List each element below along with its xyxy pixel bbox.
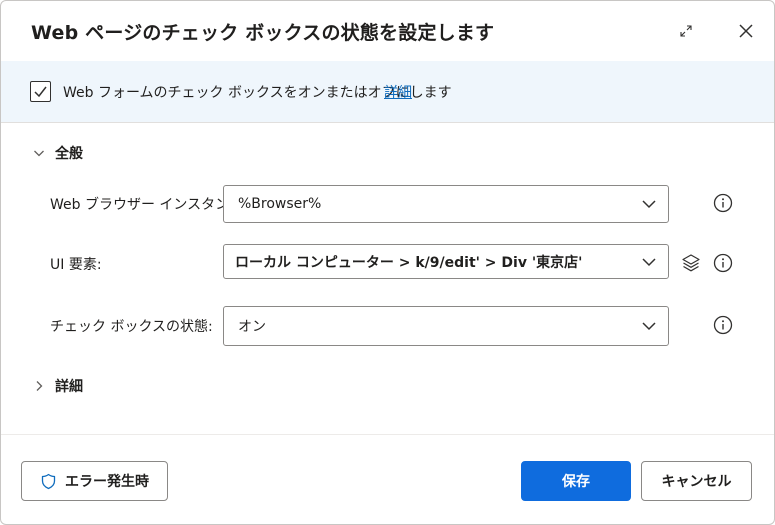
layers-icon[interactable] bbox=[681, 253, 701, 273]
close-icon bbox=[739, 24, 753, 38]
section-general-toggle[interactable]: 全般 bbox=[33, 143, 83, 163]
save-button[interactable]: 保存 bbox=[521, 461, 631, 501]
checkbox-state-value: オン bbox=[238, 319, 266, 335]
checkbox-state-label: チェック ボックスの状態: bbox=[50, 319, 213, 335]
section-advanced-label: 詳細 bbox=[55, 379, 83, 395]
expand-icon bbox=[680, 25, 692, 37]
shield-icon bbox=[40, 473, 57, 490]
chevron-down-icon bbox=[641, 196, 657, 212]
chevron-down-icon bbox=[641, 318, 657, 334]
info-icon[interactable] bbox=[713, 253, 733, 273]
close-button[interactable] bbox=[732, 17, 760, 45]
on-error-label: エラー発生時 bbox=[65, 474, 149, 490]
footer-divider bbox=[1, 434, 774, 435]
banner-checkbox bbox=[30, 81, 51, 102]
chevron-down-icon bbox=[33, 147, 45, 159]
chevron-right-icon bbox=[33, 380, 45, 392]
ui-element-value: ローカル コンピューター > k/9/edit' > Div '東京店' bbox=[235, 254, 583, 271]
expand-button[interactable] bbox=[672, 17, 700, 45]
browser-instance-select[interactable]: %Browser% bbox=[223, 185, 669, 223]
browser-instance-label: Web ブラウザー インスタンス: bbox=[50, 197, 248, 213]
chevron-down-icon bbox=[641, 254, 657, 270]
checkmark-icon bbox=[34, 86, 47, 98]
cancel-button[interactable]: キャンセル bbox=[641, 461, 752, 501]
ui-element-label: UI 要素: bbox=[50, 257, 102, 273]
info-banner: Web フォームのチェック ボックスをオンまたはオフにします 詳細 bbox=[1, 61, 774, 123]
checkbox-state-select[interactable]: オン bbox=[223, 306, 669, 346]
section-advanced-toggle[interactable]: 詳細 bbox=[33, 376, 83, 396]
browser-instance-value: %Browser% bbox=[238, 196, 322, 212]
section-general-label: 全般 bbox=[55, 146, 83, 162]
dialog-title: Web ページのチェック ボックスの状態を設定します bbox=[31, 22, 495, 44]
info-icon[interactable] bbox=[713, 193, 733, 213]
details-link[interactable]: 詳細 bbox=[384, 82, 412, 102]
on-error-button[interactable]: エラー発生時 bbox=[21, 461, 168, 501]
info-icon[interactable] bbox=[713, 315, 733, 335]
set-checkbox-dialog: Web ページのチェック ボックスの状態を設定します Web フォームのチェック… bbox=[0, 0, 775, 525]
ui-element-select[interactable]: ローカル コンピューター > k/9/edit' > Div '東京店' bbox=[223, 244, 669, 279]
